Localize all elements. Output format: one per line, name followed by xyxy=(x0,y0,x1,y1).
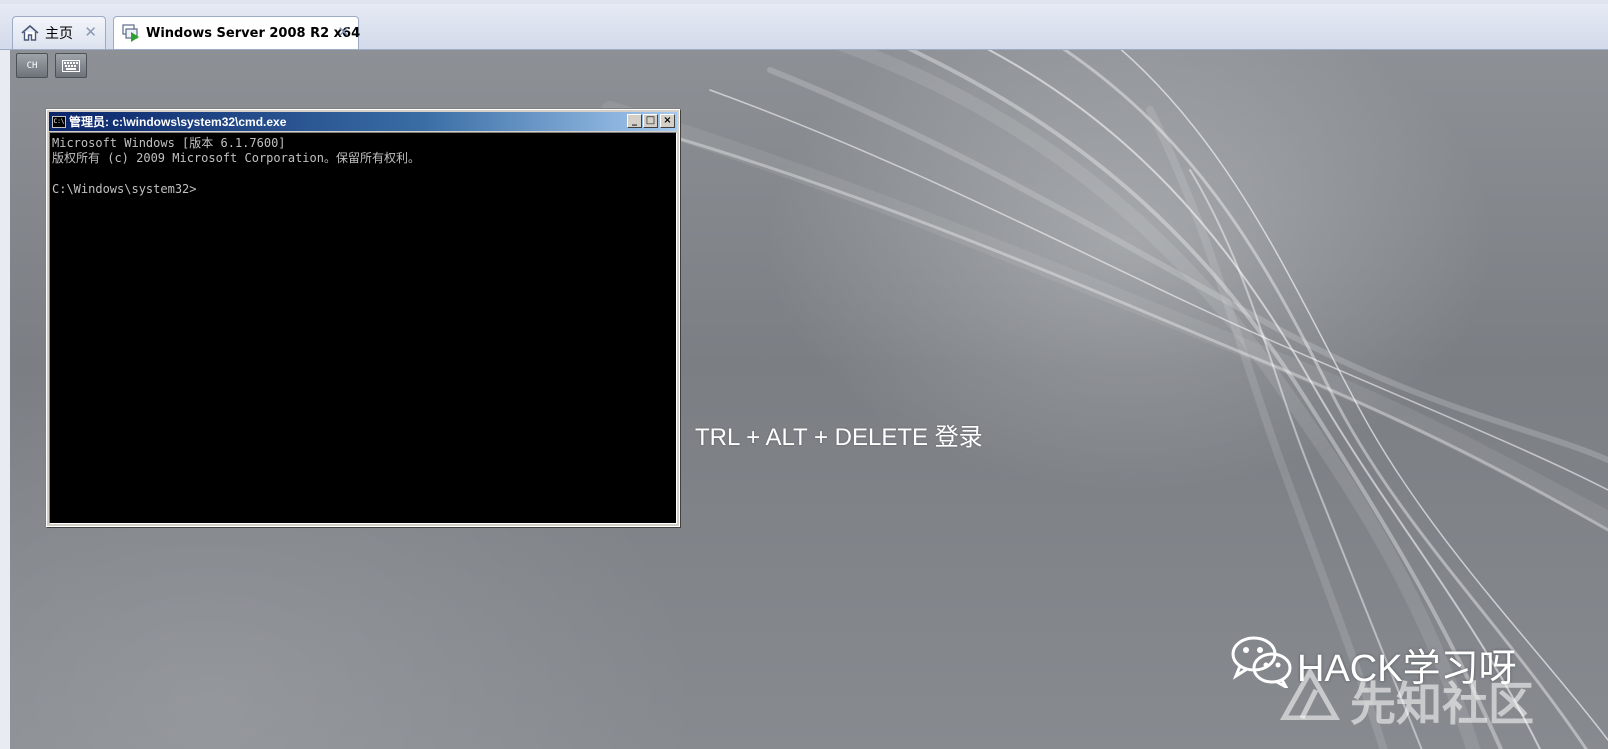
cmd-window[interactable]: C:\ 管理员: c:\windows\system32\cmd.exe _ □… xyxy=(46,109,680,527)
keyboard-icon xyxy=(62,59,80,72)
close-button[interactable]: × xyxy=(660,114,675,128)
login-hint: TRL + ALT + DELETE 登录 xyxy=(695,424,983,451)
minimize-button[interactable]: _ xyxy=(627,114,642,128)
keyboard-button[interactable] xyxy=(55,53,87,78)
cmd-titlebar[interactable]: C:\ 管理员: c:\windows\system32\cmd.exe _ □… xyxy=(49,112,677,131)
vm-running-icon xyxy=(122,24,139,42)
tab-bar: 主页 ✕ Windows Server 2008 R2 x64 ✕ xyxy=(0,4,1608,50)
tab-vm[interactable]: Windows Server 2008 R2 x64 ✕ xyxy=(113,16,361,49)
cmd-icon[interactable]: C:\ xyxy=(52,115,66,128)
tab-home[interactable]: 主页 ✕ xyxy=(12,16,106,49)
tab-label: Windows Server 2008 R2 x64 xyxy=(146,25,361,41)
console-line: Microsoft Windows [版本 6.1.7600] xyxy=(52,136,286,150)
close-tab-icon[interactable]: ✕ xyxy=(84,23,97,41)
watermark-site: 先知社区 xyxy=(1350,677,1534,731)
guest-screen[interactable]: CH TRL + ALT + DELETE 登录 C:\ 管理员: c:\win… xyxy=(10,50,1608,749)
maximize-button[interactable]: □ xyxy=(643,114,658,128)
console-prompt: C:\Windows\system32> xyxy=(52,182,197,196)
home-icon xyxy=(21,24,39,41)
close-tab-icon[interactable]: ✕ xyxy=(337,23,350,41)
console-line: 版权所有 (c) 2009 Microsoft Corporation。保留所有… xyxy=(52,151,420,165)
ime-button[interactable]: CH xyxy=(16,53,48,78)
console-area[interactable]: Microsoft Windows [版本 6.1.7600] 版权所有 (c)… xyxy=(49,132,677,524)
tab-label: 主页 xyxy=(45,26,73,42)
xianzhi-logo-icon xyxy=(1280,668,1340,720)
window-title: 管理员: c:\windows\system32\cmd.exe xyxy=(69,115,287,129)
